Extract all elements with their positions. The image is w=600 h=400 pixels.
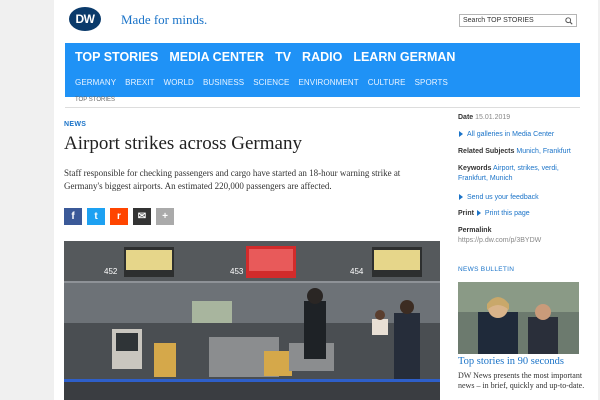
nav-sports[interactable]: SPORTS (415, 78, 448, 87)
nav-world[interactable]: WORLD (164, 78, 194, 87)
nav-business[interactable]: BUSINESS (203, 78, 244, 87)
nav-media-center[interactable]: MEDIA CENTER (169, 50, 264, 64)
nav-brexit[interactable]: BREXIT (125, 78, 155, 87)
plus-icon: + (162, 211, 168, 222)
article-headline: Airport strikes across Germany (64, 133, 302, 154)
news-bulletin-title: NEWS BULLETIN (458, 266, 515, 273)
news-bulletin-video-thumbnail[interactable] (458, 282, 579, 354)
permalink-row: Permalink https://p.dw.com/p/3BYDW (458, 226, 541, 246)
tagline: Made for minds. (121, 12, 208, 27)
search-placeholder: Search TOP STORIES (463, 17, 534, 24)
page: DW Made for minds. Search TOP STORIES TO… (54, 0, 598, 400)
keywords-links-line1[interactable]: Airport, strikes, verdi, (493, 165, 559, 172)
main-navigation: TOP STORIES MEDIA CENTER TV RADIO LEARN … (65, 43, 580, 97)
facebook-icon: f (71, 211, 75, 222)
news-bulletin-text: DW News presents the most important news… (458, 371, 585, 390)
bulletin-thumbnail-image (458, 282, 579, 354)
print-label: Print (458, 210, 474, 217)
feedback-row[interactable]: Send us your feedback (458, 193, 539, 203)
arrow-right-icon (459, 194, 463, 201)
photo-sign-452: 452 (104, 267, 118, 276)
related-links[interactable]: Munich, Frankfurt (516, 148, 570, 155)
breadcrumb[interactable]: TOP STORIES (75, 97, 115, 103)
permalink-label: Permalink (458, 227, 492, 234)
arrow-right-icon (459, 131, 463, 138)
related-row: Related Subjects Munich, Frankfurt (458, 147, 571, 157)
news-bulletin-headline[interactable]: Top stories in 90 seconds (458, 356, 564, 367)
facebook-share-button[interactable]: f (64, 208, 82, 225)
dw-logo[interactable]: DW (69, 7, 101, 31)
search-input[interactable]: Search TOP STORIES (459, 14, 577, 27)
reddit-share-button[interactable]: r (110, 208, 128, 225)
primary-nav: TOP STORIES MEDIA CENTER TV RADIO LEARN … (75, 50, 455, 64)
photo-sign-453: 453 (230, 267, 244, 276)
search-icon[interactable] (565, 16, 573, 25)
related-label: Related Subjects (458, 148, 515, 155)
twitter-share-button[interactable]: t (87, 208, 105, 225)
print-row: Print Print this page (458, 209, 530, 219)
share-bar: f t r ✉ + (64, 208, 174, 225)
galleries-link[interactable]: All galleries in Media Center (467, 131, 554, 138)
nav-germany[interactable]: GERMANY (75, 78, 116, 87)
email-icon: ✉ (137, 211, 147, 222)
nav-tv[interactable]: TV (275, 50, 291, 64)
email-share-button[interactable]: ✉ (133, 208, 151, 225)
reddit-icon: r (117, 211, 121, 222)
nav-radio[interactable]: RADIO (302, 50, 342, 64)
article-photo[interactable]: 452 453 454 (64, 241, 440, 400)
nav-science[interactable]: SCIENCE (253, 78, 289, 87)
airport-check-in-photo: 452 453 454 (64, 241, 440, 400)
twitter-icon: t (94, 211, 98, 222)
date-value: 15.01.2019 (475, 114, 511, 121)
nav-culture[interactable]: CULTURE (368, 78, 406, 87)
date-row: Date 15.01.2019 (458, 113, 510, 123)
keywords-links-line2[interactable]: Frankfurt, Munich (458, 174, 559, 184)
keywords-row: Keywords Airport, strikes, verdi, Frankf… (458, 164, 559, 184)
keywords-label: Keywords (458, 165, 492, 172)
galleries-row[interactable]: All galleries in Media Center (458, 130, 554, 140)
print-link[interactable]: Print this page (485, 210, 530, 217)
more-share-button[interactable]: + (156, 208, 174, 225)
secondary-nav: GERMANY BREXIT WORLD BUSINESS SCIENCE EN… (75, 78, 448, 87)
permalink-value[interactable]: https://p.dw.com/p/3BYDW (458, 237, 541, 244)
date-label: Date (458, 114, 474, 121)
article-intro: Staff responsible for checking passenger… (64, 168, 401, 191)
feedback-link[interactable]: Send us your feedback (467, 194, 539, 201)
nav-top-stories[interactable]: TOP STORIES (75, 50, 158, 64)
divider (65, 107, 580, 108)
arrow-right-icon (476, 210, 481, 217)
photo-sign-454: 454 (350, 267, 364, 276)
nav-learn-german[interactable]: LEARN GERMAN (353, 50, 455, 64)
nav-environment[interactable]: ENVIRONMENT (298, 78, 358, 87)
article-kicker: NEWS (64, 121, 87, 128)
